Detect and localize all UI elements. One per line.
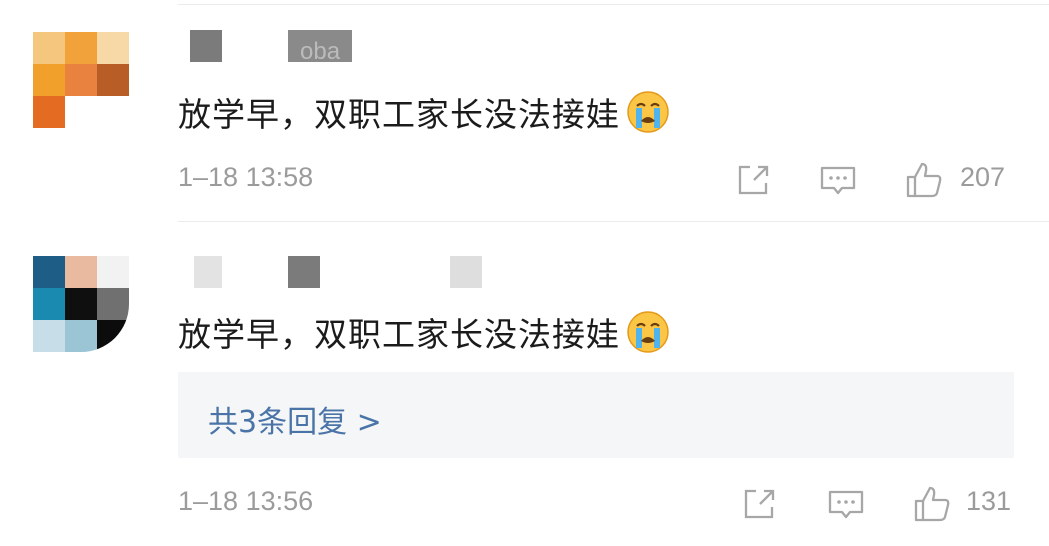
- comment-item: 放学早，双职工家长没法接娃 共3条回复 > 1–18 13:56 131: [0, 222, 1049, 546]
- avatar-pixel: [33, 320, 65, 352]
- avatar-pixel: [65, 96, 97, 128]
- censor-block: [190, 30, 222, 62]
- avatar-pixel: [97, 256, 129, 288]
- censor-block: [450, 256, 482, 288]
- share-icon[interactable]: [740, 484, 780, 524]
- avatar-pixel: [33, 64, 65, 96]
- avatar-pixel: [97, 288, 129, 320]
- thumbs-up-icon[interactable]: [912, 484, 952, 524]
- avatar-pixel: [33, 96, 65, 128]
- like-count: 131: [966, 486, 1012, 516]
- crying-face-emoji: [626, 310, 670, 354]
- like-count: 207: [960, 162, 1006, 192]
- username-fragment: oba: [300, 38, 341, 65]
- censor-block: [288, 256, 320, 288]
- avatar-pixel: [65, 256, 97, 288]
- comment-icon[interactable]: [826, 484, 866, 524]
- timestamp: 1–18 13:58: [178, 162, 314, 192]
- avatar[interactable]: [33, 32, 129, 128]
- comment-list: oba 放学早，双职工家长没法接娃 1–18 13:58 207 放学早，双职工…: [0, 0, 1049, 546]
- replies-box[interactable]: 共3条回复 >: [178, 372, 1014, 458]
- comment-meta: 1–18 13:58 207: [178, 160, 1049, 200]
- avatar-pixel: [65, 288, 97, 320]
- view-replies-link[interactable]: 共3条回复 >: [208, 397, 382, 441]
- avatar-pixel: [33, 256, 65, 288]
- avatar-pixel: [97, 96, 129, 128]
- comment-text: 放学早，双职工家长没法接娃: [178, 315, 620, 354]
- comment-item: oba 放学早，双职工家长没法接娃 1–18 13:58 207: [0, 0, 1049, 221]
- comment-meta: 1–18 13:56 131: [178, 484, 1049, 524]
- avatar[interactable]: [33, 256, 129, 352]
- avatar-pixel: [97, 320, 129, 352]
- avatar-pixel: [33, 288, 65, 320]
- comment-text: 放学早，双职工家长没法接娃: [178, 95, 620, 134]
- avatar-pixel: [33, 32, 65, 64]
- comment-text-row: 放学早，双职工家长没法接娃: [178, 88, 670, 136]
- avatar-pixel: [97, 64, 129, 96]
- avatar-pixel: [65, 320, 97, 352]
- avatar-pixel: [65, 32, 97, 64]
- thumbs-up-icon[interactable]: [904, 160, 944, 200]
- comment-icon[interactable]: [818, 160, 858, 200]
- timestamp: 1–18 13:56: [178, 486, 314, 516]
- avatar-pixel: [97, 32, 129, 64]
- avatar-pixel: [65, 64, 97, 96]
- crying-face-emoji: [626, 90, 670, 134]
- censor-block: [194, 256, 222, 288]
- share-icon[interactable]: [734, 160, 774, 200]
- comment-text-row: 放学早，双职工家长没法接娃: [178, 308, 670, 356]
